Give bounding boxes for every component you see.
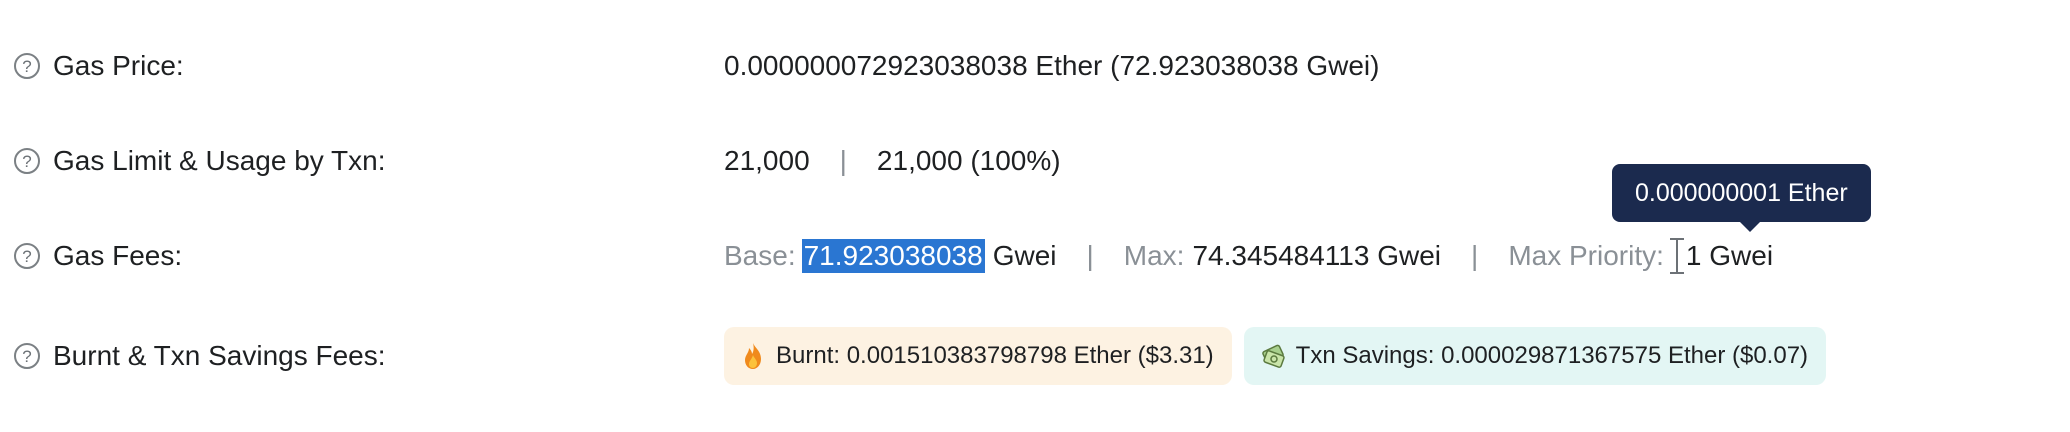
burnt-savings-row: ? Burnt & Txn Savings Fees: Burnt: 0.001… (0, 326, 2070, 386)
max-priority-tooltip: 0.000000001 Ether (1612, 164, 1871, 222)
gas-limit-value: 21,000 (724, 145, 810, 176)
flame-icon (745, 343, 761, 369)
text-cursor-icon (1669, 238, 1684, 274)
base-fee-label: Base: (724, 240, 796, 271)
max-fee-label: Max: (1123, 240, 1185, 271)
money-bills-icon (1261, 344, 1285, 368)
gas-fees-value-group: Base: 71.923038038 Gwei | Max: 74.345484… (724, 226, 1773, 286)
gas-limit-label-group: ? Gas Limit & Usage by Txn: (14, 131, 386, 191)
gas-fees-label-group: ? Gas Fees: (14, 226, 182, 286)
burnt-savings-value-group: Burnt: 0.001510383798798 Ether ($3.31) T… (724, 326, 1827, 386)
max-priority-value[interactable]: 1 Gwei (1686, 240, 1773, 272)
separator: | (839, 145, 847, 176)
gas-fees-row: ? Gas Fees: Base: 71.923038038 Gwei | Ma… (0, 226, 2070, 286)
gas-usage-value: 21,000 (100%) (876, 145, 1061, 176)
separator: | (1471, 240, 1479, 271)
help-question-icon[interactable]: ? (14, 148, 40, 174)
burnt-savings-label-group: ? Burnt & Txn Savings Fees: (14, 326, 386, 386)
base-fee-unit: Gwei (992, 240, 1057, 271)
gas-fees-label: Gas Fees: (53, 240, 183, 271)
gas-price-label: Gas Price: (53, 50, 184, 81)
burnt-fee-text: Burnt: 0.001510383798798 Ether ($3.31) (776, 342, 1214, 369)
max-priority-label[interactable]: Max Priority: (1508, 240, 1664, 272)
gas-price-value: 0.000000072923038038 Ether (72.923038038… (724, 50, 1380, 81)
txn-savings-text: Txn Savings: 0.000029871367575 Ether ($0… (1295, 342, 1809, 369)
base-fee-value-selected[interactable]: 71.923038038 (801, 239, 985, 273)
tooltip-text: 0.000000001 Ether (1635, 178, 1848, 207)
burnt-savings-label: Burnt & Txn Savings Fees: (53, 340, 386, 371)
gas-limit-label: Gas Limit & Usage by Txn: (53, 145, 386, 176)
gas-limit-value-group: 21,000 | 21,000 (100%) (724, 131, 1061, 191)
gas-price-label-group: ? Gas Price: (14, 36, 184, 96)
txn-savings-badge: Txn Savings: 0.000029871367575 Ether ($0… (1243, 327, 1827, 385)
separator: | (1086, 240, 1094, 271)
help-question-icon[interactable]: ? (14, 343, 40, 369)
help-question-icon[interactable]: ? (14, 53, 40, 79)
help-question-icon[interactable]: ? (14, 243, 40, 269)
gas-price-row: ? Gas Price: 0.000000072923038038 Ether … (0, 36, 2070, 96)
gas-price-value-group: 0.000000072923038038 Ether (72.923038038… (724, 36, 1379, 96)
burnt-fee-badge: Burnt: 0.001510383798798 Ether ($3.31) (724, 327, 1232, 385)
max-fee-value: 74.345484113 Gwei (1192, 240, 1442, 271)
